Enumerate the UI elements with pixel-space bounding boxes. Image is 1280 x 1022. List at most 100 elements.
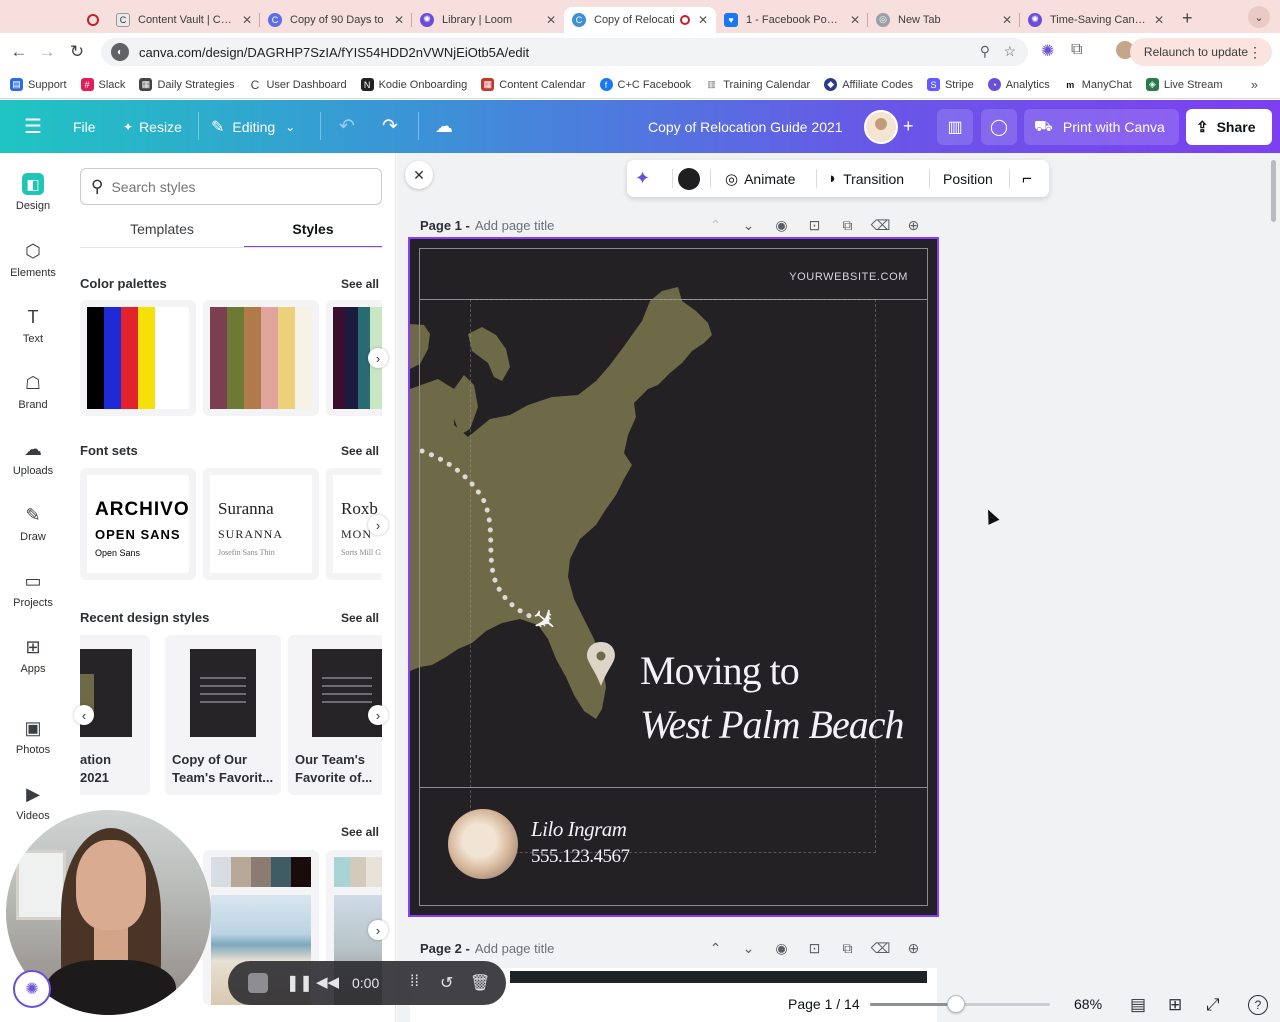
- workspace-scrollbar[interactable]: [1271, 160, 1276, 222]
- palette-card[interactable]: [80, 300, 196, 416]
- photo-styles-scroll-right-icon[interactable]: ›: [368, 920, 388, 940]
- rail-text[interactable]: T Text: [0, 306, 66, 362]
- cloud-saved-icon[interactable]: ☁: [435, 100, 453, 153]
- lock-page-icon[interactable]: ⊡: [798, 217, 831, 234]
- rail-design[interactable]: ◧ Design: [0, 173, 66, 229]
- font-sets-scroll-right-icon[interactable]: ›: [368, 515, 388, 535]
- relaunch-button[interactable]: Relaunch to update ⋮: [1129, 38, 1272, 66]
- paint-roller-icon[interactable]: ⌐: [1022, 160, 1032, 197]
- rail-uploads[interactable]: ☁ Uploads: [0, 438, 66, 494]
- agent-phone-text[interactable]: 555.123.4567: [531, 846, 630, 868]
- comments-icon[interactable]: ◯: [981, 109, 1017, 145]
- restart-icon[interactable]: ↺: [440, 973, 453, 993]
- transition-button[interactable]: ◗ Transition: [828, 160, 904, 197]
- bookmark-live-stream[interactable]: ◈ Live Stream: [1145, 78, 1223, 91]
- reload-icon[interactable]: ↻: [62, 42, 92, 62]
- browser-tab-active[interactable]: C Copy of Relocati ✕: [564, 6, 716, 33]
- back-icon[interactable]: ←: [4, 42, 34, 62]
- bookmark-star-icon[interactable]: ☆: [1003, 43, 1016, 60]
- bookmark-affiliate-codes[interactable]: ◆ Affiliate Codes: [824, 78, 913, 91]
- color-picker-button[interactable]: [678, 160, 700, 197]
- close-tab-icon[interactable]: ✕: [1002, 13, 1012, 27]
- add-collaborator-icon[interactable]: +: [903, 100, 914, 153]
- search-styles-field[interactable]: ⚲: [80, 168, 382, 205]
- palettes-scroll-right-icon[interactable]: ›: [368, 348, 388, 368]
- close-tab-icon[interactable]: ✕: [394, 13, 404, 27]
- browser-tab[interactable]: ◎ New Tab ✕: [868, 7, 1020, 33]
- new-tab-icon[interactable]: +: [1182, 8, 1193, 29]
- hide-page-icon[interactable]: ◉: [765, 940, 798, 957]
- bookmark-user-dashboard[interactable]: C User Dashboard: [248, 78, 347, 92]
- share-button[interactable]: ⇪ Share: [1186, 109, 1272, 145]
- recent-styles-see-all[interactable]: See all: [341, 611, 379, 625]
- add-page-icon[interactable]: ⊕: [897, 940, 930, 957]
- rail-elements[interactable]: ⬡ Elements: [0, 240, 66, 296]
- color-palettes-see-all[interactable]: See all: [341, 277, 379, 291]
- tab-styles[interactable]: Styles: [244, 221, 382, 248]
- bookmark-slack[interactable]: # Slack: [80, 78, 125, 91]
- page-indicator[interactable]: Page 1 / 14: [788, 996, 860, 1012]
- tab-templates[interactable]: Templates: [93, 221, 231, 248]
- rail-brand[interactable]: ☖ Brand: [0, 372, 66, 428]
- hide-page-icon[interactable]: ◉: [765, 217, 798, 234]
- undo-icon[interactable]: ↶: [339, 100, 355, 153]
- resize-button[interactable]: ✦ Resize: [123, 100, 182, 153]
- bookmark-manychat[interactable]: m ManyChat: [1064, 78, 1132, 91]
- bookmark-stripe[interactable]: S Stripe: [926, 78, 974, 91]
- duplicate-page-icon[interactable]: ⧉: [831, 217, 864, 234]
- lock-page-icon[interactable]: ⊡: [798, 940, 831, 957]
- headline-line-2[interactable]: West Palm Beach: [640, 701, 904, 748]
- loom-logo-icon[interactable]: ✺: [13, 970, 51, 1008]
- agent-photo[interactable]: [448, 809, 518, 879]
- page-title-placeholder[interactable]: Add page title: [475, 941, 555, 956]
- rail-apps[interactable]: ⊞ Apps: [0, 636, 66, 692]
- recording-tab[interactable]: [78, 13, 108, 26]
- rail-projects[interactable]: ▭ Projects: [0, 570, 66, 626]
- agent-name-text[interactable]: Lilo Ingram: [531, 817, 627, 842]
- zoom-slider-handle[interactable]: [947, 995, 966, 1013]
- bookmark-analytics[interactable]: ◔ Analytics: [987, 78, 1050, 91]
- duplicate-page-icon[interactable]: ⧉: [831, 940, 864, 957]
- bookmark-daily-strategies[interactable]: ▦ Daily Strategies: [139, 78, 234, 91]
- insights-chart-icon[interactable]: ▥: [937, 109, 973, 145]
- loom-extension-icon[interactable]: ✺: [1041, 41, 1054, 61]
- font-sets-see-all[interactable]: See all: [341, 444, 379, 458]
- recent-scroll-left-icon[interactable]: ‹: [74, 705, 94, 725]
- rail-photos[interactable]: ▣ Photos: [0, 717, 66, 773]
- bookmark-training-calendar[interactable]: ▥ Training Calendar: [705, 78, 810, 91]
- delete-page-icon[interactable]: ⌫: [864, 217, 897, 234]
- bookmark-support[interactable]: ▤ Support: [10, 78, 67, 91]
- zoom-slider[interactable]: [870, 995, 1050, 1013]
- search-input[interactable]: [111, 178, 372, 195]
- close-tab-icon[interactable]: ✕: [1154, 13, 1164, 27]
- menu-hamburger-icon[interactable]: ☰: [24, 100, 42, 153]
- tab-search-chevron-icon[interactable]: ⌄: [1248, 6, 1270, 28]
- recent-scroll-right-icon[interactable]: ›: [368, 705, 388, 725]
- more-menu-icon[interactable]: ⋮: [1248, 44, 1262, 61]
- website-text[interactable]: YOURWEBSITE.COM: [789, 271, 908, 283]
- drag-handle-icon[interactable]: ⁞⁞: [410, 973, 419, 991]
- redo-icon[interactable]: ↷: [382, 100, 398, 153]
- move-page-down-icon[interactable]: ⌄: [732, 940, 765, 957]
- page-2-header[interactable]: Page 2 - Add page title: [420, 938, 554, 958]
- close-tab-icon[interactable]: ✕: [850, 13, 860, 27]
- rail-draw[interactable]: ✎ Draw: [0, 504, 66, 560]
- delete-recording-icon[interactable]: 🗑: [470, 973, 490, 993]
- page-title-placeholder[interactable]: Add page title: [475, 218, 555, 233]
- help-icon[interactable]: ?: [1248, 995, 1268, 1015]
- bookmark-kodie-onboarding[interactable]: N Kodie Onboarding: [360, 78, 467, 91]
- site-info-icon[interactable]: ◐: [111, 43, 129, 61]
- document-title[interactable]: Copy of Relocation Guide 2021: [648, 100, 843, 153]
- bookmark-cc-facebook[interactable]: f C+C Facebook: [599, 78, 691, 91]
- stop-recording-icon[interactable]: [248, 973, 268, 993]
- collaborator-avatar[interactable]: [864, 110, 898, 144]
- address-bar[interactable]: ◐ canva.com/design/DAGRHP7SzIA/fYIS54HDD…: [101, 38, 1028, 66]
- close-panel-icon[interactable]: ✕: [405, 161, 433, 189]
- palette-card[interactable]: [203, 300, 319, 416]
- thumbnail-grid-icon[interactable]: ⊞: [1168, 995, 1182, 1015]
- delete-page-icon[interactable]: ⌫: [864, 940, 897, 957]
- font-set-card[interactable]: ARCHIVO OPEN SANS Open Sans: [80, 468, 196, 580]
- browser-tab[interactable]: ✺ Time-Saving Canva ✕: [1020, 7, 1172, 33]
- extensions-puzzle-icon[interactable]: ⧉: [1071, 41, 1082, 59]
- rewind-icon[interactable]: ◀◀: [316, 973, 339, 991]
